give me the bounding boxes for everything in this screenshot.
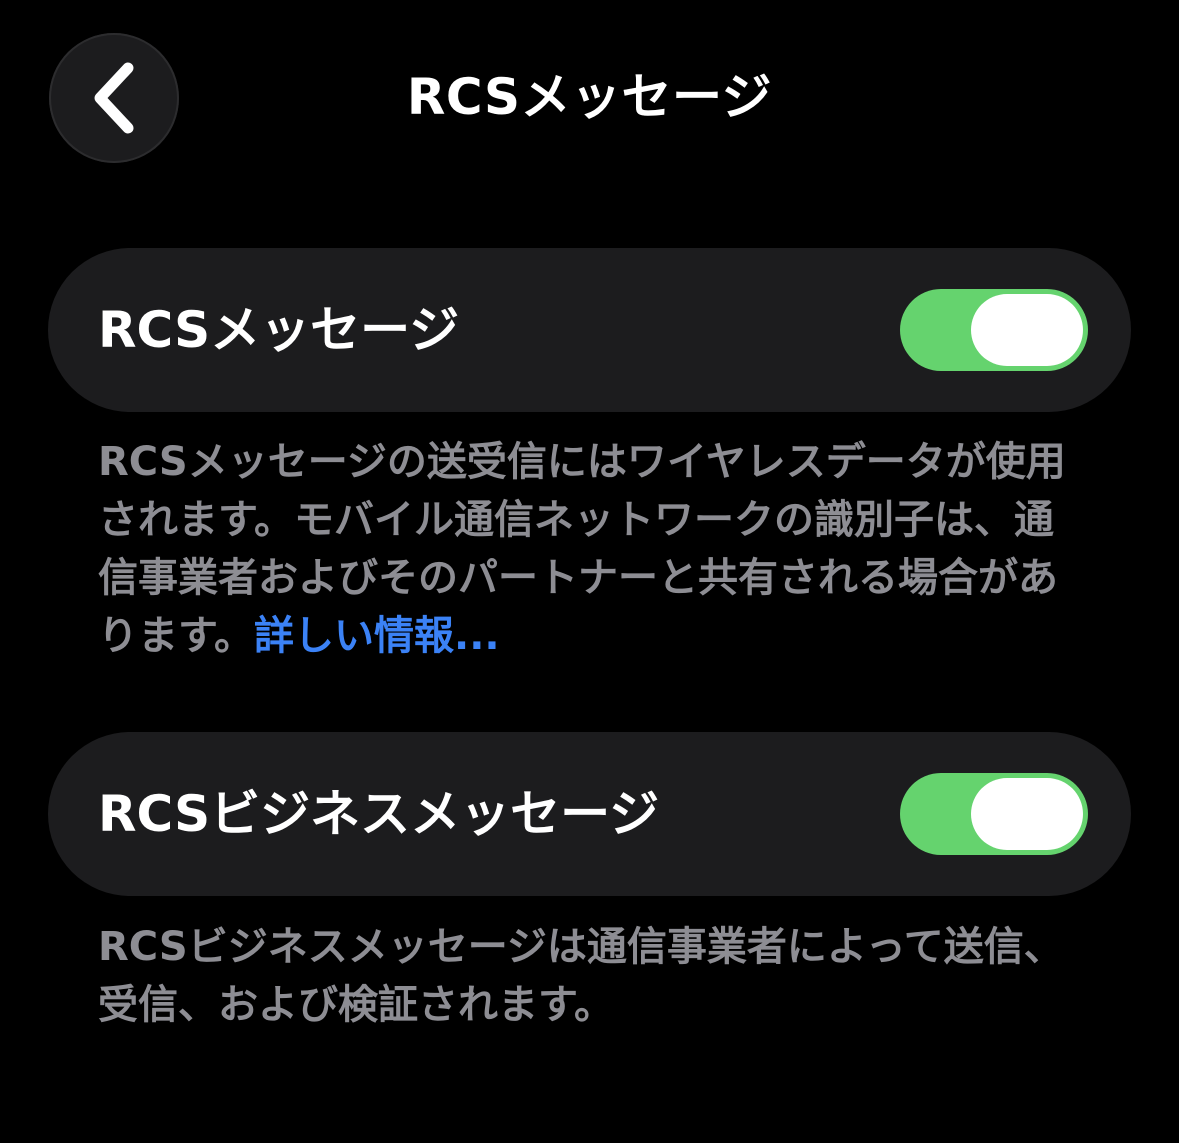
rcs-messages-footnote: RCSメッセージの送受信にはワイヤレスデータが使用されます。モバイル通信ネットワ… [98, 433, 1088, 665]
rcs-business-messages-footnote-text: RCSビジネスメッセージは通信事業者によって送信、受信、および検証されます。 [98, 924, 1064, 1028]
page-title: RCSメッセージ [406, 68, 773, 126]
rcs-business-messages-footnote: RCSビジネスメッセージは通信事業者によって送信、受信、および検証されます。 [98, 918, 1088, 1034]
rcs-messages-toggle[interactable] [900, 289, 1088, 371]
rcs-business-messages-row: RCSビジネスメッセージ [48, 732, 1131, 896]
rcs-business-messages-toggle[interactable] [900, 773, 1088, 855]
toggle-knob [971, 778, 1083, 850]
toggle-knob [971, 294, 1083, 366]
rcs-business-messages-label: RCSビジネスメッセージ [98, 785, 660, 843]
learn-more-link[interactable]: 詳しい情報... [254, 613, 500, 659]
rcs-messages-footnote-text: RCSメッセージの送受信にはワイヤレスデータが使用されます。モバイル通信ネットワ… [98, 439, 1066, 659]
rcs-messages-label: RCSメッセージ [98, 301, 460, 359]
rcs-messages-row: RCSメッセージ [48, 248, 1131, 412]
